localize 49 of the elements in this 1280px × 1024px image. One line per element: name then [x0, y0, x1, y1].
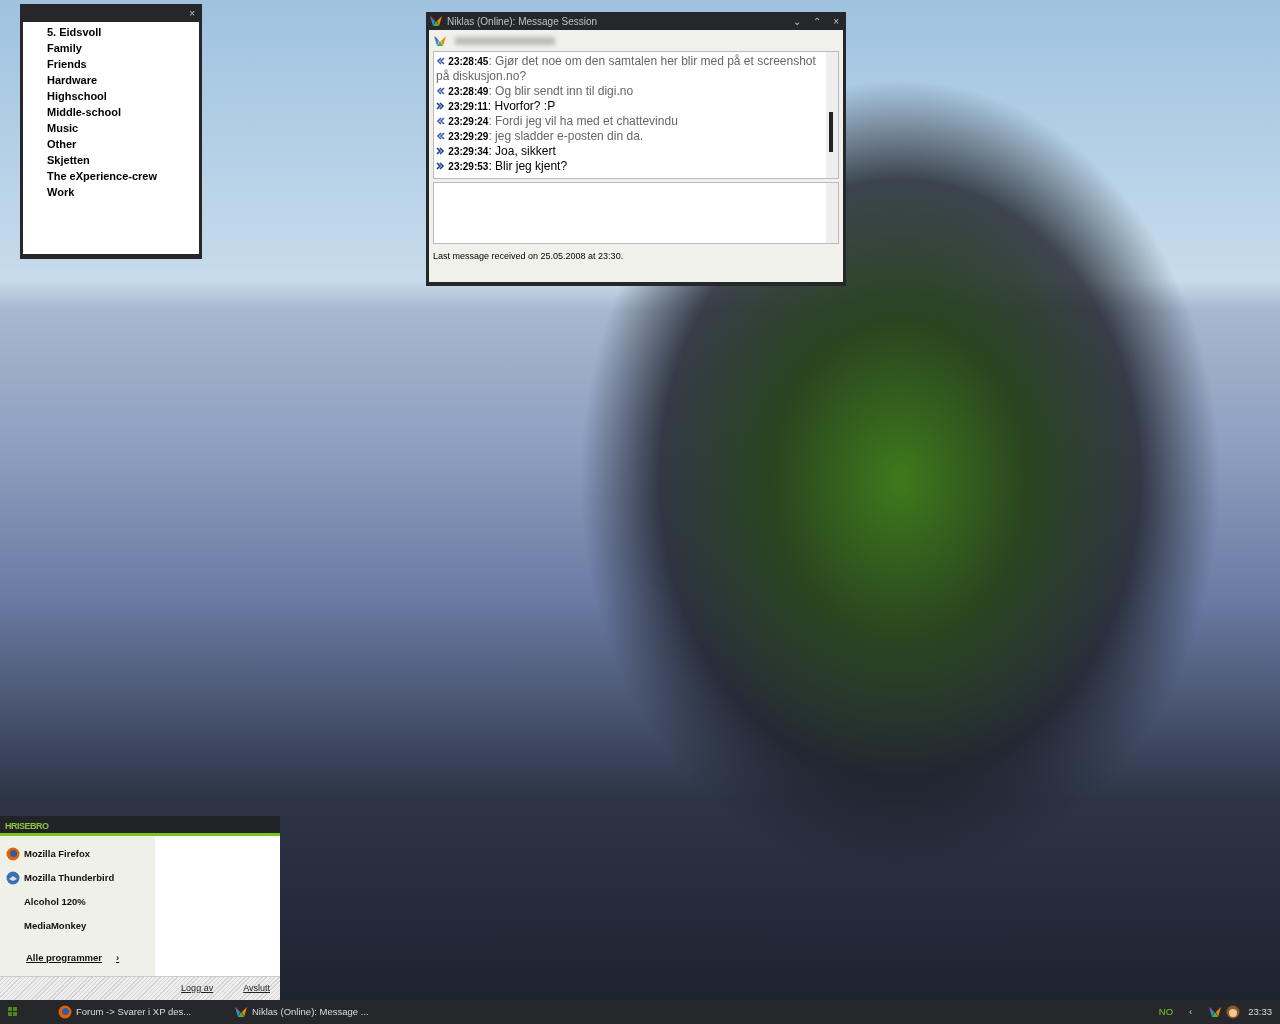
- group-item[interactable]: Work: [47, 184, 199, 200]
- group-item[interactable]: Friends: [47, 56, 199, 72]
- minimize-button[interactable]: ⌄: [789, 13, 806, 29]
- clock: 23:33: [1248, 1004, 1272, 1019]
- group-item[interactable]: Music: [47, 120, 199, 136]
- group-item[interactable]: 5. Eidsvoll: [47, 24, 199, 40]
- window-title: Niklas (Online): Message Session: [447, 14, 599, 29]
- chat-message: 23:29:53: Blir jeg kjent?: [436, 159, 824, 174]
- user-name: HRISEBRO: [0, 816, 280, 836]
- program-item[interactable]: Mozilla Thunderbird: [0, 866, 155, 890]
- butterfly-icon[interactable]: [1208, 1005, 1223, 1019]
- group-item[interactable]: Middle-school: [47, 104, 199, 120]
- group-item[interactable]: Hardware: [47, 72, 199, 88]
- butterfly-icon: [429, 14, 443, 28]
- close-button[interactable]: ×: [829, 13, 843, 29]
- taskbar-button[interactable]: Niklas (Online): Message ...: [234, 1004, 394, 1020]
- log-off-link[interactable]: Logg av: [181, 981, 214, 996]
- chat-message: 23:29:29: jeg sladder e-posten din da.: [436, 129, 824, 144]
- chat-message: 23:29:24: Fordi jeg vil ha med et chattevindu: [436, 114, 824, 129]
- taskbar-button[interactable]: Forum -> Svarer i XP des...: [58, 1004, 218, 1020]
- globe-bird-icon: [6, 871, 20, 885]
- group-item[interactable]: Highschool: [47, 88, 199, 104]
- group-item[interactable]: Family: [47, 40, 199, 56]
- language-indicator[interactable]: NO: [1158, 1004, 1174, 1020]
- monkey-face-icon[interactable]: [1226, 1004, 1241, 1020]
- program-item[interactable]: MediaMonkey: [0, 914, 155, 938]
- chat-message: 23:28:49: Og blir sendt inn til digi.no: [436, 84, 824, 99]
- group-item[interactable]: Skjetten: [47, 152, 199, 168]
- scroll-thumb[interactable]: [829, 112, 833, 152]
- chat-message: 23:28:45: Gjør det noe om den samtalen her blir med på et screenshot på diskusjon.no?: [436, 54, 817, 84]
- group-item[interactable]: Other: [47, 136, 199, 152]
- chat-message: 23:29:11: Hvorfor? :P: [436, 99, 824, 114]
- scrollbar[interactable]: [826, 52, 838, 178]
- program-item[interactable]: Mozilla Firefox: [0, 842, 155, 866]
- globe-fox-icon: [6, 847, 20, 861]
- close-button[interactable]: ×: [189, 5, 195, 21]
- all-programs-item[interactable]: Alle programmer ›: [0, 946, 155, 970]
- shutdown-link[interactable]: Avslutt: [243, 981, 270, 996]
- butterfly-icon: [234, 1005, 248, 1019]
- program-item[interactable]: Alcohol 120%: [0, 890, 155, 914]
- group-item[interactable]: The eXperience-crew: [47, 168, 199, 184]
- chevron-icon: ›: [116, 950, 120, 966]
- globe-fox-icon: [58, 1005, 72, 1019]
- message-input-field[interactable]: [433, 182, 839, 244]
- tray-expand-button[interactable]: ‹: [1189, 1004, 1193, 1020]
- status-text: Last message received on 25.05.2008 at 23:30.: [433, 250, 625, 263]
- butterfly-icon: [433, 34, 447, 48]
- maximize-button[interactable]: ⌃: [809, 13, 826, 29]
- chat-message: 23:29:34: Joa, sikkert: [436, 144, 824, 159]
